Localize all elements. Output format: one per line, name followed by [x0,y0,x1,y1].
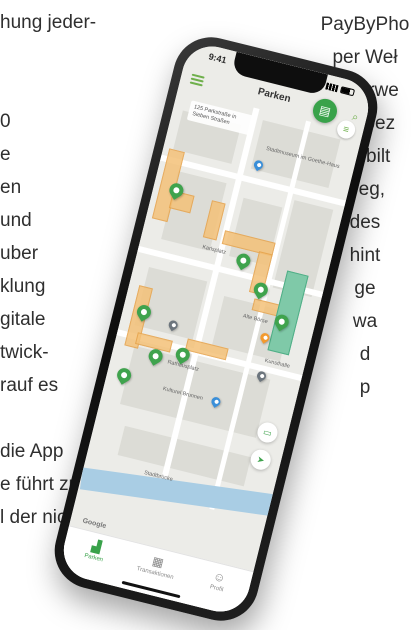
text-line: hung jeder- [0,12,97,33]
text-line: 0 [0,111,11,132]
receipt-icon: ▦ [150,553,166,571]
text-line: PayByPho [320,14,410,35]
tab-profil[interactable]: ☺ Profil [189,564,249,599]
battery-icon [339,86,356,97]
text-line: e [0,144,11,165]
text-line [0,39,140,72]
text-line: p [359,377,371,398]
tab-parken[interactable]: ▟ Parken [66,533,126,568]
text-line [0,72,140,105]
text-line: uber [0,243,39,264]
text-line: en [0,177,22,198]
tab-label: Parken [83,552,104,564]
car-icon: ▟ [90,538,103,555]
parking-meter-icon: ▤ [317,102,333,120]
river [79,467,282,518]
text-line: und [0,210,32,231]
home-indicator [121,580,181,599]
signal-icon [325,82,339,93]
tab-transaktionen[interactable]: ▦ Transaktionen [127,548,187,583]
user-icon: ☺ [211,568,228,586]
